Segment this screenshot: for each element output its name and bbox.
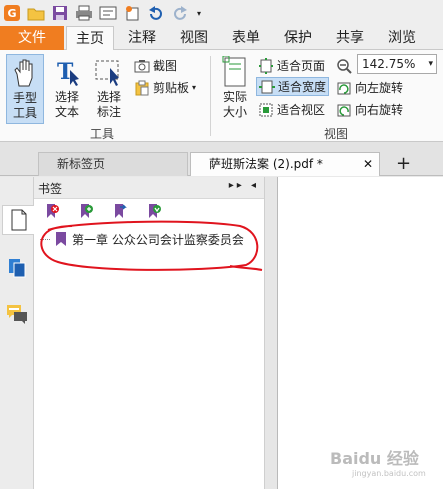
navigation-rail	[0, 177, 34, 489]
fit-page-icon	[259, 57, 273, 74]
fit-width-icon	[259, 80, 275, 93]
doc-tab-label: 新标签页	[57, 157, 106, 171]
tab-file[interactable]: 文件	[0, 26, 64, 50]
ribbon-panel: 手型 工具 T 选择 文本 选择 标注 截图 剪贴板 ▾ 工具 实际 大小 适合…	[0, 50, 443, 142]
delete-bookmark-icon[interactable]	[44, 203, 60, 219]
actual-size-icon	[216, 54, 254, 90]
clipboard-button[interactable]: 剪贴板 ▾	[134, 78, 196, 97]
chevron-down-icon: ▾	[428, 59, 433, 69]
camera-icon	[134, 59, 150, 72]
text-cursor-icon: T	[48, 54, 86, 90]
tab-protect[interactable]: 保护	[274, 26, 322, 50]
select-text-label: 选择 文本	[54, 90, 79, 119]
chevron-down-icon: ▾	[192, 83, 197, 92]
hand-icon	[7, 55, 43, 91]
bookmarks-panel-button[interactable]	[2, 205, 34, 235]
open-folder-icon[interactable]	[26, 3, 46, 23]
tab-view[interactable]: 视图	[170, 26, 218, 50]
doc-tab-current[interactable]: 萨班斯法案 (2).pdf * ✕	[190, 152, 380, 176]
tab-share[interactable]: 共享	[326, 26, 374, 50]
watermark-text: Baidu 经验	[330, 449, 419, 468]
move-bookmark-icon[interactable]	[112, 203, 128, 219]
add-bookmark-icon[interactable]	[78, 203, 94, 219]
actual-size-label: 实际 大小	[222, 90, 247, 119]
print-icon[interactable]	[74, 3, 94, 23]
bookmark-item[interactable]: 第一章 公众公司会计监察委员会	[40, 229, 244, 249]
redo-icon[interactable]	[170, 3, 190, 23]
save-icon[interactable]	[50, 3, 70, 23]
watermark-url: jingyan.baidu.com	[352, 469, 426, 478]
select-annotation-button[interactable]: 选择 标注	[90, 54, 128, 124]
fit-page-label: 适合页面	[277, 59, 326, 73]
rotate-left-button[interactable]: 向左旋转	[336, 78, 403, 97]
bookmark-icon	[56, 232, 66, 246]
ribbon-tab-bar: 文件 主页 注释 视图 表单 保护 共享 浏览	[0, 26, 443, 51]
zoom-out-button[interactable]	[336, 56, 352, 75]
hand-tool-label: 手型 工具	[12, 91, 37, 120]
rotate-right-icon	[337, 104, 351, 116]
clipboard-icon	[135, 80, 149, 95]
rotate-right-button[interactable]: 向右旋转	[336, 100, 403, 119]
customize-toolbar-icon[interactable]: ▾	[194, 3, 204, 23]
tab-comment[interactable]: 注释	[118, 26, 166, 50]
comments-panel-button[interactable]	[3, 299, 31, 329]
group-label-tools: 工具	[90, 127, 115, 141]
fit-width-label: 适合宽度	[278, 80, 327, 94]
new-tab-button[interactable]: +	[396, 152, 411, 176]
tab-browse[interactable]: 浏览	[378, 26, 426, 50]
select-annotation-icon	[90, 54, 128, 90]
ribbon-separator	[210, 56, 211, 136]
actual-size-button[interactable]: 实际 大小	[216, 54, 254, 124]
screenshot-button[interactable]: 截图	[134, 56, 177, 75]
screenshot-label: 截图	[153, 59, 178, 73]
comments-icon	[7, 305, 27, 324]
zoom-level-select[interactable]: 142.75% ▾	[357, 54, 437, 74]
pdf-page	[277, 177, 443, 489]
fit-visible-label: 适合视区	[277, 103, 326, 117]
tree-connector	[40, 238, 50, 240]
fit-visible-button[interactable]: 适合视区	[258, 100, 325, 119]
quick-access-toolbar: G ▾	[0, 0, 443, 26]
app-logo-icon[interactable]: G	[2, 3, 22, 23]
select-text-button[interactable]: T 选择 文本	[48, 54, 86, 124]
doc-tab-new[interactable]: 新标签页	[38, 152, 188, 176]
fit-visible-icon	[259, 103, 273, 116]
new-document-icon[interactable]	[122, 3, 142, 23]
properties-icon[interactable]	[98, 3, 118, 23]
fit-page-button[interactable]: 适合页面	[258, 56, 325, 75]
undo-icon[interactable]	[146, 3, 166, 23]
document-tab-bar: 新标签页 萨班斯法案 (2).pdf * ✕ +	[0, 142, 443, 176]
document-viewport[interactable]	[265, 177, 443, 489]
doc-tab-label: 萨班斯法案 (2).pdf *	[209, 157, 323, 171]
pages-panel-button[interactable]	[3, 253, 31, 283]
bookmarks-panel: 书签 ▸▸ ◂ 第一章 公众公司会计监察委员会	[34, 177, 265, 489]
close-icon[interactable]: ✕	[363, 153, 373, 175]
zoom-out-icon	[337, 58, 352, 74]
bookmark-label: 第一章 公众公司会计监察委员会	[72, 232, 244, 247]
clipboard-label: 剪贴板	[153, 81, 190, 95]
fit-width-button[interactable]: 适合宽度	[256, 77, 330, 96]
expand-bookmark-icon[interactable]	[146, 203, 162, 219]
zoom-level-value: 142.75%	[362, 57, 416, 71]
group-label-view: 视图	[324, 127, 349, 141]
bookmark-toolbar	[34, 199, 264, 223]
bookmarks-panel-title: 书签	[38, 182, 63, 196]
rotate-left-icon	[337, 82, 351, 94]
rotate-left-label: 向左旋转	[355, 81, 404, 95]
tab-home[interactable]: 主页	[66, 26, 114, 51]
watermark-logo: Baidu 经验 jingyan.baidu.com	[330, 445, 426, 478]
bookmarks-panel-header: 书签 ▸▸ ◂	[34, 177, 264, 199]
tab-form[interactable]: 表单	[222, 26, 270, 50]
hand-tool-button[interactable]: 手型 工具	[6, 54, 44, 124]
svg-text:G: G	[7, 7, 16, 20]
panel-collapse-controls[interactable]: ▸▸ ◂	[229, 180, 259, 191]
rotate-right-label: 向右旋转	[355, 103, 404, 117]
pages-icon	[9, 259, 26, 278]
page-icon	[11, 209, 26, 231]
select-annotation-label: 选择 标注	[96, 90, 121, 119]
